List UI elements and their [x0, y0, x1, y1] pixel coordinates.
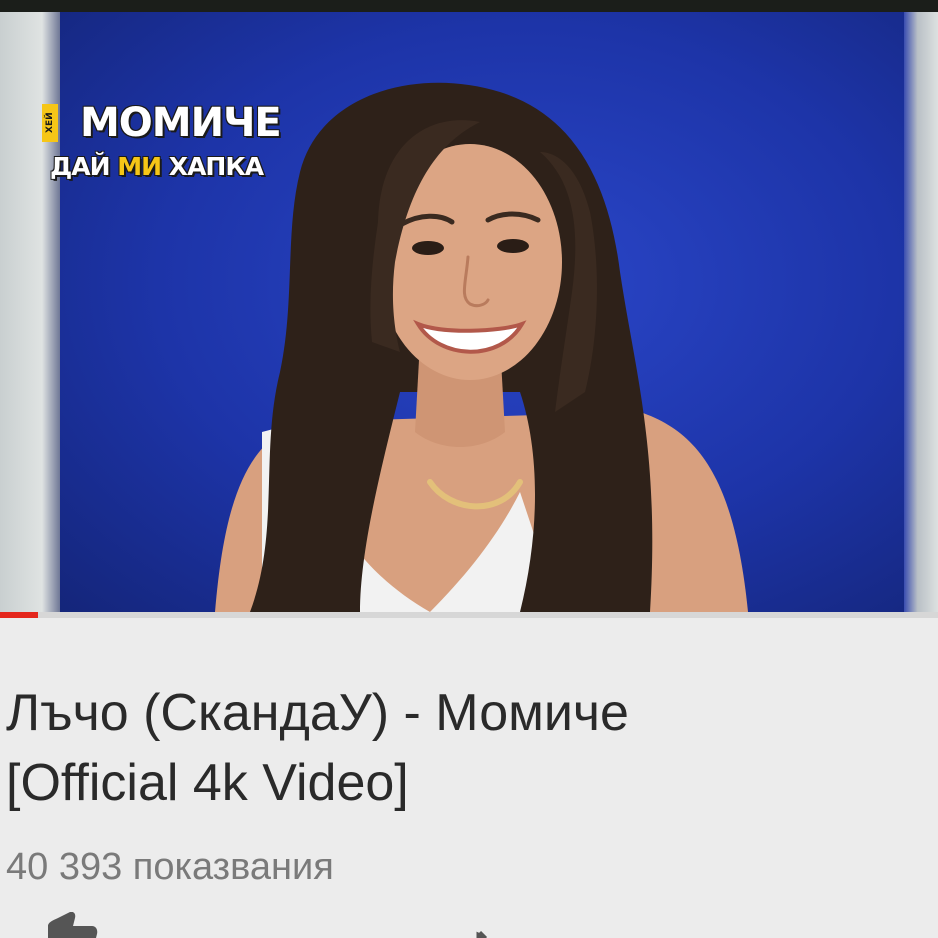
share-icon[interactable]: [476, 912, 496, 938]
logo-word-1: ДАЙ: [50, 152, 111, 181]
logo-vertical-text: ХЕЙ: [42, 104, 58, 142]
status-bar: [0, 0, 938, 12]
video-title: Лъчо (СкандаУ) - Момиче [Official 4k Vid…: [6, 678, 926, 818]
video-progress-fill: [0, 612, 38, 618]
video-player[interactable]: ХЕЙ МОМИЧЕ ДАЙ МИ ХАПКА: [0, 12, 938, 612]
video-title-line-1: Лъчо (СкандаУ) - Момиче: [6, 684, 629, 742]
video-title-line-2: [Official 4k Video]: [6, 754, 409, 812]
video-progress-bar[interactable]: [0, 612, 938, 618]
logo-word-2: МИ: [117, 152, 162, 181]
view-count: 40 393 показвания: [6, 846, 334, 888]
thumbs-up-icon[interactable]: [40, 912, 100, 938]
logo-line-1: МОМИЧЕ: [80, 100, 282, 146]
logo-line-2: ДАЙ МИ ХАПКА: [50, 152, 264, 181]
logo-word-3: ХАПКА: [168, 152, 264, 181]
